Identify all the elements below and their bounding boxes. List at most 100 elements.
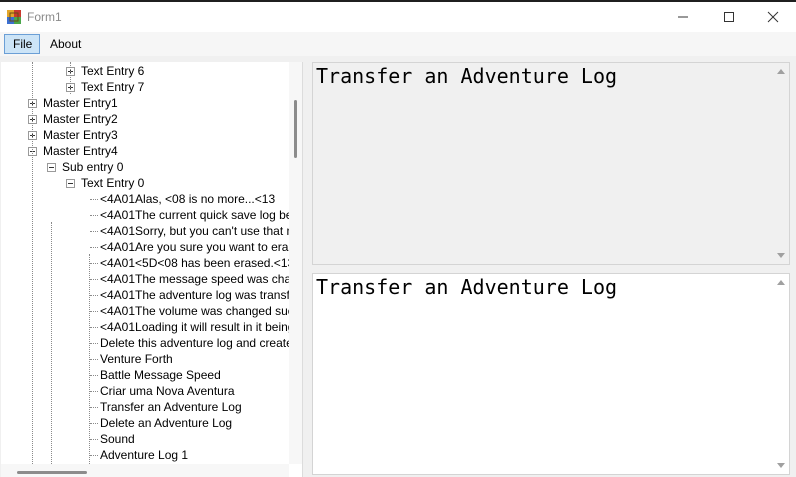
tree-node-label: <4A01The message speed was change — [100, 272, 289, 286]
translation-text: Transfer an Adventure Log — [316, 275, 618, 299]
scroll-up-arrow-icon[interactable] — [777, 69, 785, 74]
entry-tree-view[interactable]: Text Entry 6 Text Entry 7 Master Entry1 Mas… — [1, 62, 303, 477]
tree-horizontal-scroll-thumb[interactable] — [17, 471, 87, 474]
maximize-button[interactable] — [706, 2, 752, 32]
tree-node[interactable]: <4A01The current quick save log belon — [1, 207, 289, 223]
tree-node[interactable]: <4A01Sorry, but you can't use that nam — [1, 223, 289, 239]
tree-node-label: <4A01The current quick save log belon — [100, 208, 289, 222]
tree-node-label: Battle Message Speed — [100, 368, 221, 382]
tree-node[interactable]: <4A01Alas, <08 is no more...<13 — [1, 191, 289, 207]
minimize-icon — [678, 16, 688, 18]
original-text-scrollbar[interactable] — [773, 63, 789, 264]
tree-node-label: <4A01Loading it will result in it being … — [100, 320, 289, 334]
maximize-icon — [724, 12, 734, 22]
tree-vertical-scrollbar[interactable] — [289, 62, 302, 464]
close-icon — [767, 11, 779, 23]
tree-node-label: Text Entry 6 — [81, 64, 145, 78]
tree-node[interactable]: Text Entry 6 — [1, 63, 289, 79]
tree-horizontal-scrollbar[interactable] — [1, 464, 289, 477]
tree-node-label: Delete this adventure log and create a r — [100, 336, 289, 350]
tree-node[interactable]: <4A01Are you sure you want to erase<( — [1, 239, 289, 255]
tree-node-label: Venture Forth — [100, 352, 173, 366]
tree-node[interactable]: Transfer an Adventure Log — [1, 399, 289, 415]
tree-node-label: Text Entry 0 — [81, 176, 145, 190]
tree-node[interactable]: Text Entry 0 — [1, 175, 289, 191]
tree-node[interactable]: Text Entry 7 — [1, 79, 289, 95]
tree-connector — [90, 439, 98, 440]
tree-node-label: Master Entry2 — [43, 112, 118, 126]
tree-connector — [90, 199, 98, 200]
menu-bar: File About — [0, 32, 796, 56]
tree-node[interactable]: Master Entry1 — [1, 95, 289, 111]
menu-about[interactable]: About — [42, 34, 92, 54]
tree-connector — [90, 247, 98, 248]
tree-node[interactable]: Sound — [1, 431, 289, 447]
tree-connector — [90, 231, 98, 232]
original-text: Transfer an Adventure Log — [316, 64, 618, 88]
tree-guide-line — [70, 62, 71, 94]
tree-node-label: Master Entry1 — [43, 96, 118, 110]
tree-guide-line — [32, 62, 33, 464]
collapse-minus-icon[interactable] — [66, 179, 75, 188]
tree-node-label: Sub entry 0 — [62, 160, 124, 174]
tree-connector — [90, 215, 98, 216]
tree-node-label: Master Entry3 — [43, 128, 118, 142]
tree-node-label: <4A01Sorry, but you can't use that nam — [100, 224, 289, 238]
tree-node[interactable]: <4A01The message speed was change — [1, 271, 289, 287]
tree-node[interactable]: Battle Message Speed — [1, 367, 289, 383]
minimize-button[interactable] — [660, 2, 706, 32]
tree-node[interactable]: Criar uma Nova Aventura — [1, 383, 289, 399]
translation-text-scrollbar[interactable] — [773, 274, 789, 474]
original-text-box[interactable]: Transfer an Adventure Log — [312, 62, 790, 265]
tree-node-label: Criar uma Nova Aventura — [100, 384, 235, 398]
tree-node[interactable]: Delete this adventure log and create a r — [1, 335, 289, 351]
tree-connector — [90, 279, 98, 280]
tree-node-label: Transfer an Adventure Log — [100, 400, 242, 414]
tree-node-label: Delete an Adventure Log — [100, 416, 233, 430]
scroll-up-arrow-icon[interactable] — [777, 280, 785, 285]
tree-guide-line — [51, 222, 52, 464]
tree-node[interactable]: Delete an Adventure Log — [1, 415, 289, 431]
tree-connector — [90, 423, 98, 424]
tree-rows: Text Entry 6 Text Entry 7 Master Entry1 Mas… — [1, 62, 289, 464]
tree-node[interactable]: Sub entry 0 — [1, 159, 289, 175]
menu-file[interactable]: File — [4, 34, 40, 54]
tree-node-label: <4A01The volume was changed succe — [100, 304, 289, 318]
tree-connector — [90, 391, 98, 392]
tree-node-label: Text Entry 7 — [81, 80, 145, 94]
tree-node[interactable]: <4A01Loading it will result in it being … — [1, 319, 289, 335]
tree-node-label: <4A01The adventure log was transferre — [100, 288, 289, 302]
tree-node[interactable]: Adventure Log 1 — [1, 447, 289, 463]
collapse-minus-icon[interactable] — [47, 163, 56, 172]
tree-connector — [90, 311, 98, 312]
winforms-app-icon — [7, 10, 21, 24]
close-button[interactable] — [750, 2, 796, 32]
tree-connector — [90, 343, 98, 344]
scroll-down-arrow-icon[interactable] — [777, 253, 785, 258]
tree-node[interactable]: Master Entry2 — [1, 111, 289, 127]
scroll-down-arrow-icon[interactable] — [777, 463, 785, 468]
translation-text-box[interactable]: Transfer an Adventure Log — [312, 273, 790, 475]
tree-node-label: Master Entry4 — [43, 144, 118, 158]
tree-connector — [90, 375, 98, 376]
tree-connector — [90, 295, 98, 296]
tree-connector — [90, 455, 98, 456]
tree-node-label: <4A01Alas, <08 is no more...<13 — [100, 192, 276, 206]
tree-connector — [90, 263, 98, 264]
tree-node[interactable]: <4A01The adventure log was transferre — [1, 287, 289, 303]
tree-node-label: Adventure Log 1 — [100, 448, 189, 462]
tree-node[interactable]: Venture Forth — [1, 351, 289, 367]
tree-vertical-scroll-thumb[interactable] — [294, 100, 297, 158]
tree-node[interactable]: <4A01<5D<08 has been erased.<13 — [1, 255, 289, 271]
app-window: Form1 File About Text Entry 6 Text Entry … — [0, 0, 796, 477]
window-title: Form1 — [27, 10, 62, 24]
tree-node[interactable]: Master Entry3 — [1, 127, 289, 143]
tree-node-label: Sound — [100, 432, 135, 446]
tree-connector — [90, 407, 98, 408]
tree-connector — [90, 327, 98, 328]
tree-node[interactable]: Master Entry4 — [1, 143, 289, 159]
tree-guide-line — [89, 254, 90, 464]
title-bar[interactable]: Form1 — [0, 2, 796, 32]
tree-node-label: <4A01Are you sure you want to erase<( — [100, 240, 289, 254]
tree-node[interactable]: <4A01The volume was changed succe — [1, 303, 289, 319]
